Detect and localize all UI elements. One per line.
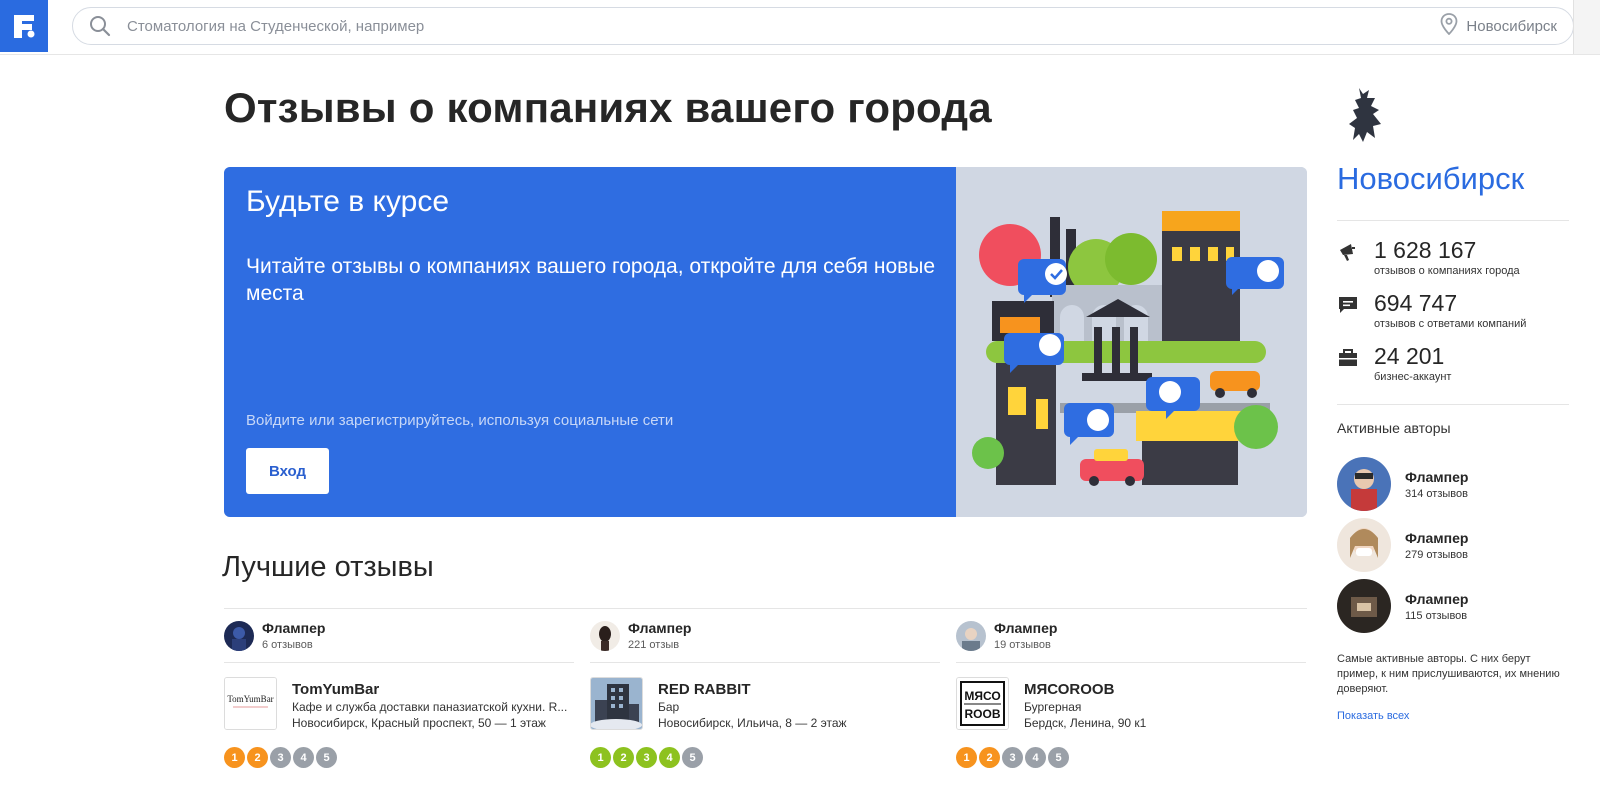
company-type: Бар [658, 700, 680, 714]
rating-dot: 1 [224, 747, 245, 768]
author-name[interactable]: Флампер [1405, 591, 1468, 607]
card-divider [590, 662, 940, 663]
company-logo[interactable]: МЯСО ROOB [956, 677, 1009, 730]
rating-dot: 4 [293, 747, 314, 768]
company-logo[interactable]: TomYumBar [224, 677, 277, 730]
megaphone-icon [1337, 241, 1359, 263]
stat-label: отзывов о компаниях города [1374, 265, 1520, 277]
author-name[interactable]: Флампер [628, 620, 691, 636]
author-avatar[interactable] [1337, 457, 1391, 511]
review-author[interactable]: Флампер 221 отзыв [590, 620, 691, 652]
rating-dot: 2 [613, 747, 634, 768]
active-author[interactable]: Флампер 115 отзывов [1337, 579, 1569, 635]
rating-dot: 5 [316, 747, 337, 768]
author-review-count: 19 отзывов [994, 639, 1051, 651]
stat-reviews: 1 628 167 отзывов о компаниях города [1337, 237, 1569, 277]
active-author[interactable]: Флампер 314 отзывов [1337, 457, 1569, 513]
stat-number: 694 747 [1374, 290, 1458, 316]
logo-f-icon [14, 15, 35, 38]
author-review-count: 115 отзывов [1405, 610, 1468, 622]
review-card[interactable]: Флампер 19 отзывов МЯСО ROOB МЯСОROOB Бур… [956, 609, 1306, 801]
rating-dot: 1 [956, 747, 977, 768]
company-type: Кафе и служба доставки паназиатской кухн… [292, 700, 568, 714]
rating: 1 2 3 4 5 [224, 747, 337, 768]
search-icon[interactable] [87, 13, 113, 39]
author-review-count: 279 отзывов [1405, 549, 1468, 561]
active-authors-title: Активные авторы [1337, 420, 1451, 436]
hero-text-panel: Будьте в курсе Читайте отзывы о компания… [224, 167, 956, 517]
author-avatar[interactable] [590, 621, 620, 651]
author-avatar[interactable] [1337, 579, 1391, 633]
company-address: Новосибирск, Красный проспект, 50 — 1 эт… [292, 716, 546, 730]
stat-business: 24 201 бизнес-аккаунт [1337, 343, 1569, 383]
login-button[interactable]: Вход [246, 448, 329, 494]
author-avatar[interactable] [1337, 518, 1391, 572]
company-name[interactable]: RED RABBIT [658, 681, 751, 698]
author-name[interactable]: Флампер [1405, 530, 1468, 546]
show-all-link[interactable]: Показать всех [1337, 710, 1409, 722]
author-review-count: 221 отзыв [628, 639, 680, 651]
rating-dot: 4 [1025, 747, 1046, 768]
author-name[interactable]: Флампер [262, 620, 325, 636]
card-divider [956, 662, 1306, 663]
author-review-count: 314 отзывов [1405, 488, 1468, 500]
rating-dot: 3 [270, 747, 291, 768]
stat-label: отзывов с ответами компаний [1374, 318, 1527, 330]
sidebar-city-name[interactable]: Новосибирск [1337, 161, 1524, 197]
stat-answers: 694 747 отзывов с ответами компаний [1337, 290, 1569, 330]
tomyumbar-logo-text: TomYumBar [227, 694, 273, 704]
search-input[interactable] [125, 16, 1129, 36]
company-logo[interactable] [590, 677, 643, 730]
review-card[interactable]: Флампер 221 отзыв RED RABBIT Бар Новосиб… [590, 609, 940, 801]
company-name[interactable]: МЯСОROOB [1024, 681, 1114, 698]
sidebar: Новосибирск 1 628 167 отзывов о компания… [1337, 0, 1600, 801]
logo-text-top: МЯСО [964, 689, 1000, 703]
rating-dot: 2 [979, 747, 1000, 768]
rating-dot: 3 [1002, 747, 1023, 768]
card-divider [224, 662, 574, 663]
author-name[interactable]: Флампер [1405, 469, 1468, 485]
rating: 1 2 3 4 5 [590, 747, 703, 768]
city-illustration [956, 167, 1307, 517]
sidebar-divider [1337, 404, 1569, 405]
rating-dot: 5 [682, 747, 703, 768]
best-reviews-title: Лучшие отзывы [222, 551, 434, 583]
author-avatar[interactable] [956, 621, 986, 651]
rating-dot: 4 [659, 747, 680, 768]
active-authors-note: Самые активные авторы. С них берут приме… [1337, 653, 1560, 695]
author-name[interactable]: Флампер [994, 620, 1057, 636]
rating-dot: 2 [247, 747, 268, 768]
hero-description: Читайте отзывы о компаниях вашего города… [246, 255, 936, 305]
hero-title: Будьте в курсе [246, 185, 450, 218]
hero-register-text: Войдите или зарегистрируйтесь, используя… [246, 412, 674, 429]
rating: 1 2 3 4 5 [956, 747, 1069, 768]
company-address: Новосибирск, Ильича, 8 — 2 этаж [658, 716, 847, 730]
company-address: Бердск, Ленина, 90 к1 [1024, 716, 1147, 730]
author-review-count: 6 отзывов [262, 639, 313, 651]
briefcase-icon [1337, 347, 1359, 369]
stat-label: бизнес-аккаунт [1374, 371, 1452, 383]
rating-dot: 1 [590, 747, 611, 768]
comment-icon [1337, 294, 1359, 316]
author-avatar[interactable] [224, 621, 254, 651]
page-title: Отзывы о компаниях вашего города [224, 84, 992, 131]
sidebar-divider [1337, 220, 1569, 221]
review-card[interactable]: Флампер 6 отзывов TomYumBar TomYumBar Ка… [224, 609, 574, 801]
rating-dot: 3 [636, 747, 657, 768]
city-crest-icon [1345, 84, 1389, 151]
logo-text-bottom: ROOB [965, 707, 1001, 721]
stat-number: 24 201 [1374, 343, 1445, 369]
hero-banner: Будьте в курсе Читайте отзывы о компания… [224, 167, 1307, 517]
review-author[interactable]: Флампер 19 отзывов [956, 620, 1057, 652]
rating-dot: 5 [1048, 747, 1069, 768]
company-name[interactable]: TomYumBar [292, 681, 379, 698]
active-author[interactable]: Флампер 279 отзывов [1337, 518, 1569, 574]
company-type: Бургерная [1024, 700, 1082, 714]
stat-number: 1 628 167 [1374, 237, 1477, 263]
flamp-logo[interactable] [0, 0, 48, 52]
review-author[interactable]: Флампер 6 отзывов [224, 620, 325, 652]
